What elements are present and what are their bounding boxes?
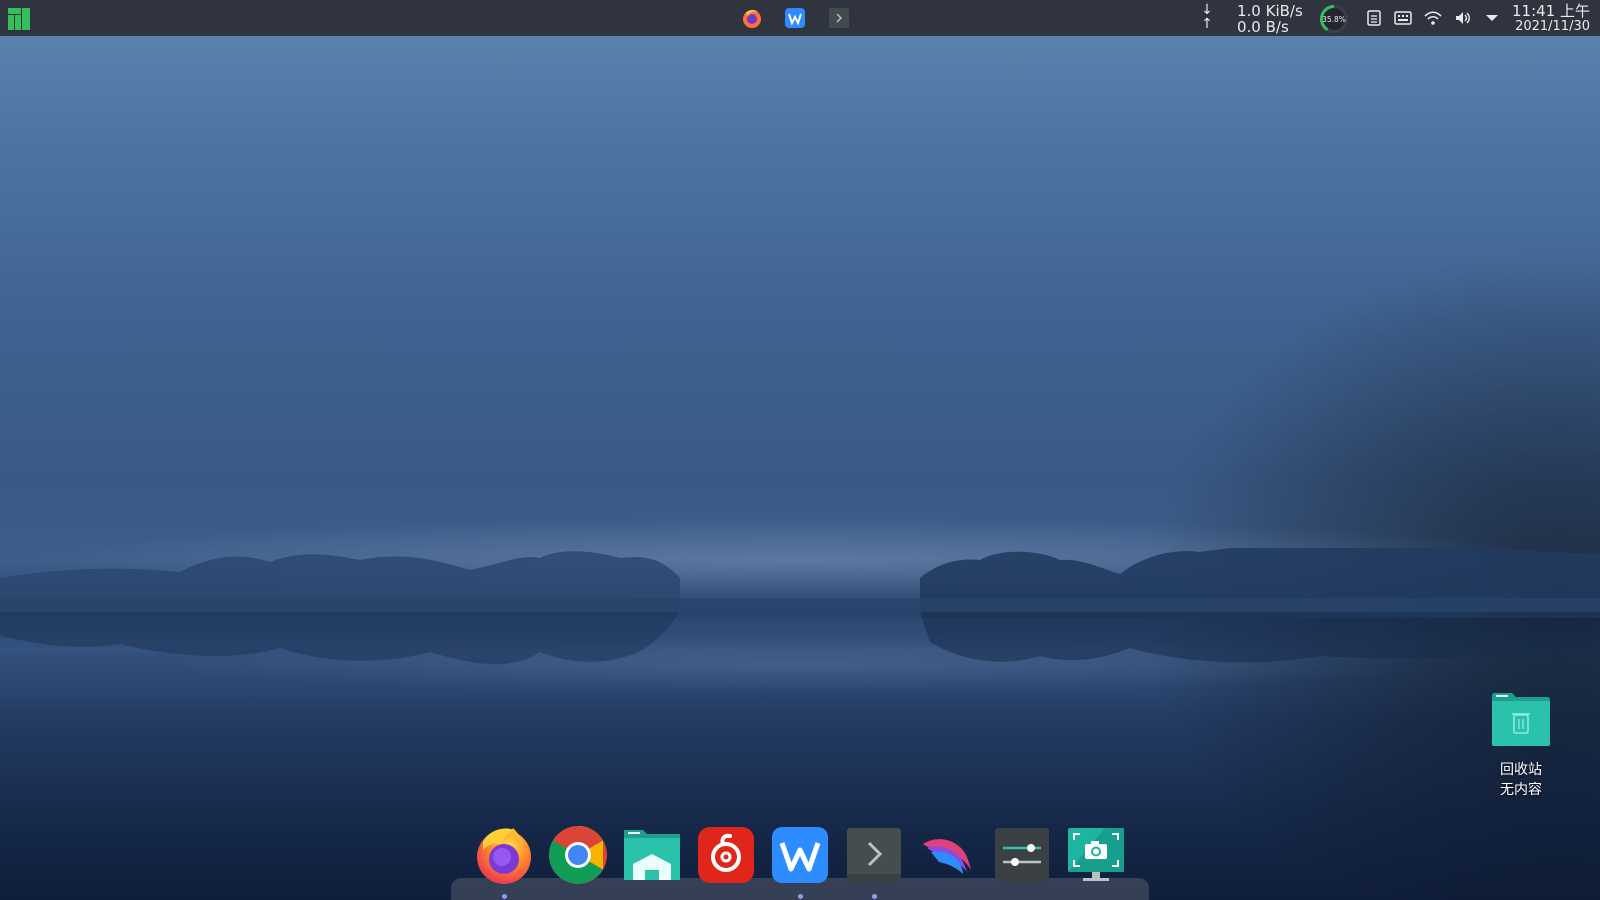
trash-label: 回收站 [1500,762,1542,778]
cpu-usage-gauge[interactable]: 35.8% [1318,3,1350,35]
dock-item-terminal[interactable] [843,824,905,886]
dock-item-chrome[interactable] [547,824,609,886]
wallpaper-reflection [0,612,1600,665]
top-panel: ↓ ↑ 1.0 KiB/s 0.0 B/s 35.8% 11:41 上午 202… [0,0,1600,36]
dock-item-firefox[interactable] [473,824,535,886]
file-manager-icon [624,830,680,880]
wifi-icon[interactable] [1424,10,1442,26]
clock-time: 11:41 上午 [1512,2,1590,20]
download-speed: 1.0 KiB/s [1237,2,1303,20]
clock-date: 2021/11/30 [1515,19,1590,34]
cpu-usage-label: 35.8% [1322,15,1346,24]
trash-desktop-item[interactable]: 回收站 无内容 [1486,692,1556,800]
settings-sliders-icon [995,828,1049,882]
terminal-icon [847,828,901,882]
kali-dragon-icon [923,839,971,874]
trash-folder-icon [1492,693,1550,746]
dock-item-file-manager[interactable] [621,824,683,886]
volume-icon[interactable] [1454,10,1472,26]
network-arrows: ↓ ↑ [1200,3,1214,35]
firefox-icon[interactable] [741,7,763,29]
keyboard-icon[interactable] [1394,10,1412,26]
wallpaper-treeline [0,548,1600,618]
running-indicator [872,894,877,899]
dock-item-kali-app[interactable] [917,824,979,886]
manjaro-logo-icon[interactable] [8,8,30,30]
terminal-icon[interactable] [828,7,850,29]
running-indicator [502,894,507,899]
screenshot-icon [1068,828,1124,881]
running-indicator [798,894,803,899]
wps-icon[interactable] [784,7,806,29]
dock-item-screenshot[interactable] [1065,824,1127,886]
chrome-icon [549,826,607,884]
dock-item-netease-music[interactable] [695,824,757,886]
desktop[interactable]: ↓ ↑ 1.0 KiB/s 0.0 B/s 35.8% 11:41 上午 202… [0,0,1600,900]
dock-item-wps[interactable] [769,824,831,886]
netease-music-icon [698,827,754,883]
wps-icon [772,827,828,883]
trash-status: 无内容 [1500,782,1542,798]
upload-arrow-icon: ↑ [1201,16,1213,32]
dock-item-settings[interactable] [991,824,1053,886]
upload-speed: 0.0 B/s [1237,18,1289,36]
download-arrow-icon: ↓ [1201,2,1213,18]
tray-expand-icon[interactable] [1483,10,1501,26]
firefox-icon [477,828,531,884]
clock[interactable]: 11:41 上午 2021/11/30 [1512,3,1590,34]
clipboard-icon[interactable] [1365,10,1383,26]
network-speed-monitor[interactable]: 1.0 KiB/s 0.0 B/s [1237,3,1303,35]
